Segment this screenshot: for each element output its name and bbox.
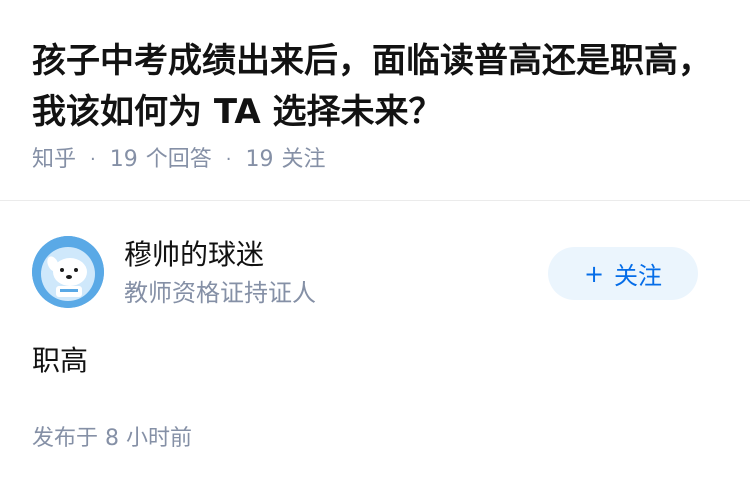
source-label: 知乎 bbox=[32, 147, 77, 172]
question-title[interactable]: 孩子中考成绩出来后，面临读普高还是职高，我该如何为 TA 选择未来？ bbox=[32, 36, 712, 138]
answer-count-label: 个回答 bbox=[145, 147, 212, 172]
follower-count-link[interactable]: 19 关注 bbox=[246, 144, 326, 176]
question-meta: 知乎 · 19 个回答 · 19 关注 bbox=[32, 144, 326, 176]
answer-timestamp: 发布于 8 小时前 bbox=[32, 423, 192, 455]
avatar-image bbox=[32, 236, 104, 308]
question-header: 孩子中考成绩出来后，面临读普高还是职高，我该如何为 TA 选择未来？ 知乎 · … bbox=[0, 0, 750, 201]
follower-count-label: 关注 bbox=[281, 147, 326, 172]
answer-count-link[interactable]: 19 个回答 bbox=[110, 144, 212, 176]
answer-card: 穆帅的球迷 教师资格证持证人 + 关注 职高 发布于 8 小时前 bbox=[0, 202, 750, 490]
answer-page: 孩子中考成绩出来后，面临读普高还是职高，我该如何为 TA 选择未来？ 知乎 · … bbox=[0, 0, 750, 490]
author-avatar[interactable] bbox=[32, 236, 104, 308]
separator-dot: · bbox=[225, 149, 232, 170]
author-badge: 教师资格证持证人 bbox=[124, 279, 316, 307]
answer-count: 19 bbox=[109, 147, 138, 172]
time-label: 发布于 bbox=[32, 426, 99, 451]
plus-icon: + bbox=[583, 259, 605, 288]
follower-count: 19 bbox=[245, 147, 274, 172]
author-name[interactable]: 穆帅的球迷 bbox=[124, 236, 264, 274]
follow-button[interactable]: + 关注 bbox=[548, 247, 698, 300]
follow-button-label: 关注 bbox=[614, 262, 663, 290]
answer-content: 职高 bbox=[32, 344, 89, 377]
separator-dot: · bbox=[90, 149, 96, 170]
time-value: 8 小时前 bbox=[105, 426, 193, 451]
